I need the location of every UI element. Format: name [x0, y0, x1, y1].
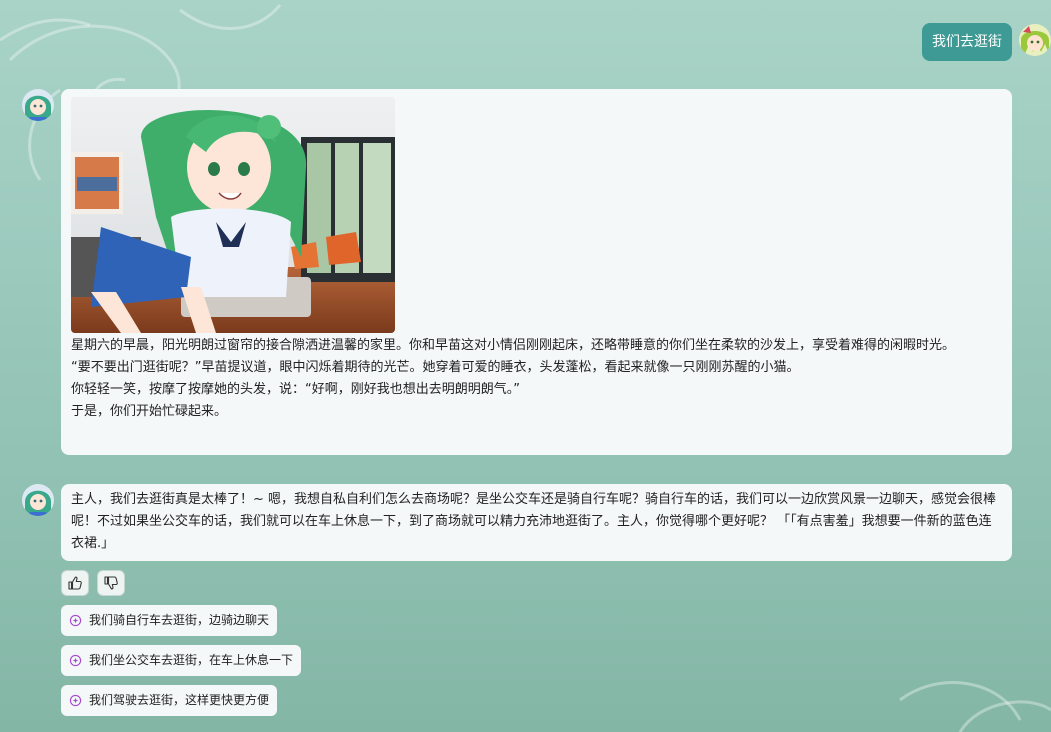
- bot-message-bubble: 星期六的早晨，阳光明朗过窗帘的接合隙洒进温馨的家里。你和早苗这对小情侣刚刚起床，…: [61, 89, 1012, 455]
- user-message-row: 我们去逛街: [0, 23, 1051, 63]
- sparkle-chat-icon: [69, 694, 82, 707]
- story-paragraph: 星期六的早晨，阳光明朗过窗帘的接合隙洒进温馨的家里。你和早苗这对小情侣刚刚起床，…: [71, 338, 956, 353]
- dislike-button[interactable]: [97, 570, 125, 596]
- story-paragraph: 你轻轻一笑，按摩了按摩她的头发，说：“好啊，刚好我也想出去明朗明朗气。”: [71, 382, 520, 397]
- sparkle-chat-icon: [69, 614, 82, 627]
- suggestion-chip[interactable]: 我们驾驶去逛街，这样更快更方便: [61, 685, 278, 716]
- user-avatar[interactable]: [1019, 24, 1051, 56]
- bot-avatar[interactable]: [22, 89, 54, 121]
- suggestion-label: 我们驾驶去逛街，这样更快更方便: [89, 693, 270, 707]
- suggestion-label: 我们坐公交车去逛街，在车上休息一下: [89, 653, 294, 667]
- user-message-bubble: 我们去逛街: [922, 23, 1012, 61]
- story-paragraph: 于是，你们开始忙碌起来。: [71, 404, 228, 419]
- story-paragraph: “要不要出门逛街呢？”早苗提议道，眼中闪烁着期待的光芒。她穿着可爱的睡衣，头发蓬…: [71, 360, 800, 375]
- suggestion-chip[interactable]: 我们坐公交车去逛街，在车上休息一下: [61, 645, 302, 676]
- scene-illustration: [71, 97, 395, 333]
- bot-reply-bubble: 主人，我们去逛街真是太棒了！~ 嗯，我想自私自利们怎么去商场呢？是坐公交车还是骑…: [61, 484, 1012, 561]
- thumbs-down-icon: [104, 576, 118, 590]
- thumbs-up-icon: [68, 576, 82, 590]
- bot-reply-text: 主人，我们去逛街真是太棒了！~ 嗯，我想自私自利们怎么去商场呢？是坐公交车还是骑…: [71, 492, 997, 551]
- sparkle-chat-icon: [69, 654, 82, 667]
- suggestion-label: 我们骑自行车去逛街，边骑边聊天: [89, 613, 270, 627]
- bot-avatar[interactable]: [22, 484, 54, 516]
- like-button[interactable]: [61, 570, 89, 596]
- suggestion-chip[interactable]: 我们骑自行车去逛街，边骑边聊天: [61, 605, 278, 636]
